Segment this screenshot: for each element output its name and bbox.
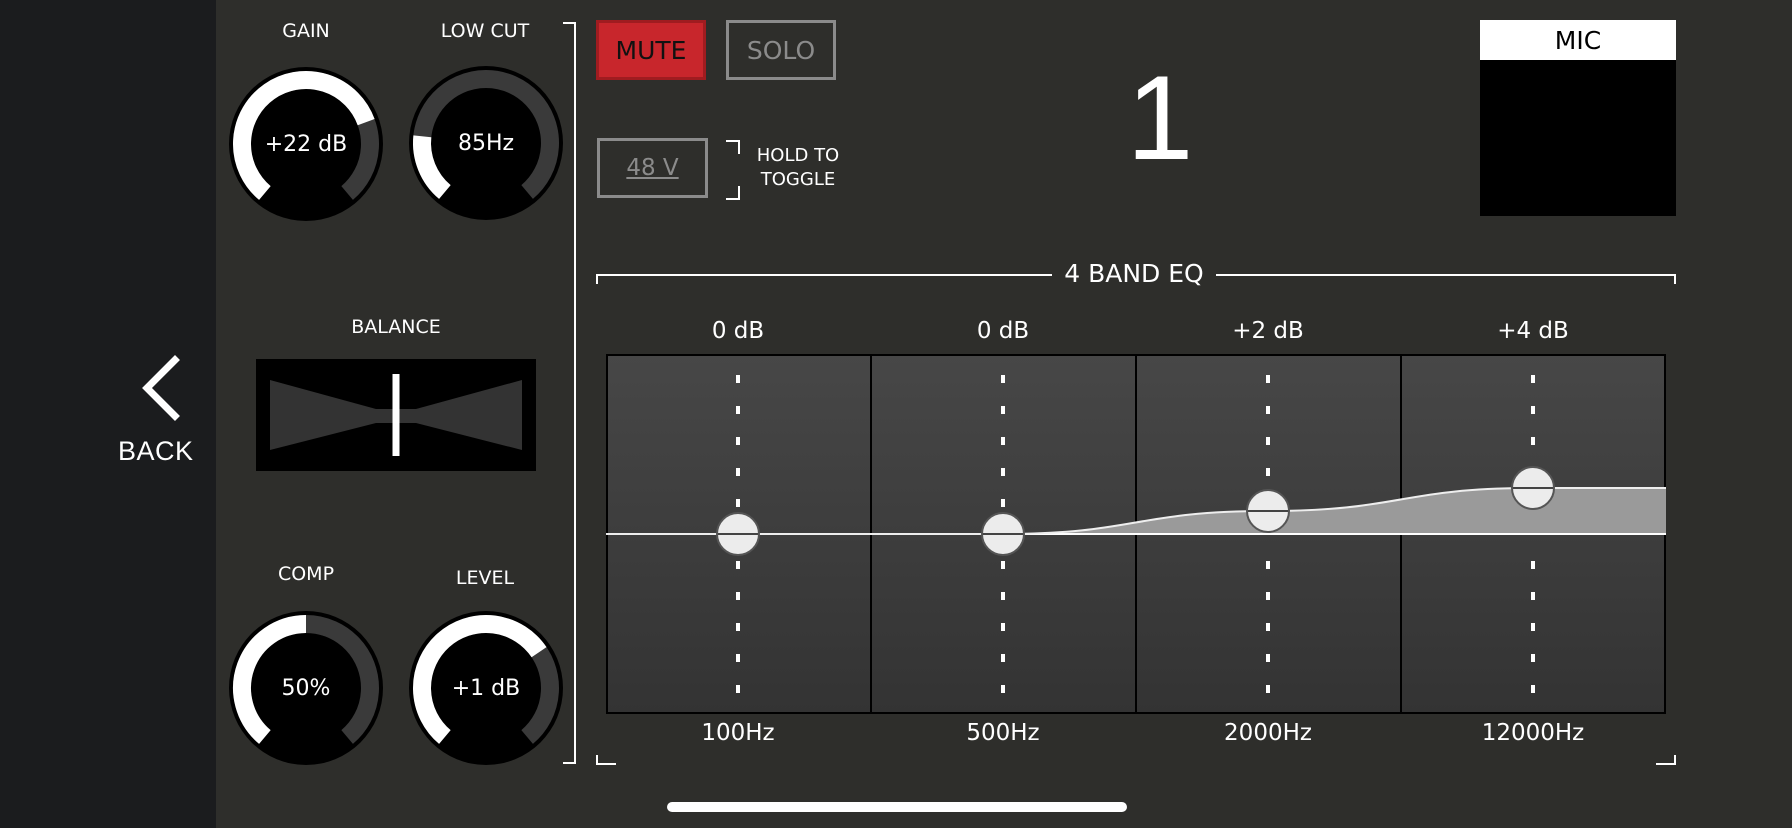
eq-band-tick bbox=[1001, 561, 1005, 569]
eq-band-tick bbox=[736, 437, 740, 445]
eq-corner-tr bbox=[1662, 274, 1676, 284]
hold-hint-line2: TOGGLE bbox=[760, 169, 836, 190]
gain-knob[interactable]: +22 dB bbox=[226, 64, 386, 224]
hold-hint-line1: HOLD TO bbox=[756, 145, 840, 166]
eq-band-tick bbox=[1266, 654, 1270, 662]
eq-band-tick bbox=[1001, 375, 1005, 383]
eq-title: 4 BAND EQ bbox=[1052, 259, 1216, 288]
low-cut-knob[interactable]: 85Hz bbox=[406, 63, 566, 223]
eq-band-tick bbox=[736, 592, 740, 600]
eq-band-tick bbox=[1266, 375, 1270, 383]
band-2-gain: 0 dB bbox=[976, 318, 1030, 344]
eq-band-tick bbox=[736, 375, 740, 383]
eq-corner-br bbox=[1656, 755, 1676, 765]
home-indicator[interactable] bbox=[667, 802, 1127, 812]
channel-number: 1 bbox=[1126, 51, 1194, 185]
bracket-bottom bbox=[726, 186, 740, 200]
eq-band-tick bbox=[1531, 375, 1535, 383]
eq-band-handle bbox=[716, 512, 760, 556]
eq-corner-tl bbox=[596, 274, 610, 284]
eq-band-tick bbox=[1531, 437, 1535, 445]
eq-band-tick bbox=[1001, 685, 1005, 693]
eq-band-handle bbox=[981, 512, 1025, 556]
comp-knob[interactable]: 50% bbox=[226, 608, 386, 768]
chevron-left-icon bbox=[142, 355, 180, 421]
back-button[interactable]: BACK bbox=[100, 350, 215, 466]
band-2-freq: 500Hz bbox=[966, 720, 1040, 746]
section-divider bbox=[563, 22, 576, 764]
eq-band-tick bbox=[1266, 468, 1270, 476]
balance-handle bbox=[392, 374, 400, 456]
level-value: +1 dB bbox=[451, 675, 521, 701]
phantom-power-button[interactable]: 48 V bbox=[597, 138, 708, 198]
eq-band-tick bbox=[1001, 654, 1005, 662]
eq-band-tick bbox=[1266, 685, 1270, 693]
mute-button[interactable]: MUTE bbox=[596, 20, 706, 80]
eq-band-tick bbox=[1266, 623, 1270, 631]
band-3-freq: 2000Hz bbox=[1224, 720, 1312, 746]
eq-band-tick bbox=[1001, 623, 1005, 631]
gain-label: GAIN bbox=[282, 20, 330, 42]
eq-band-tick bbox=[1531, 623, 1535, 631]
eq-band-tick bbox=[1531, 654, 1535, 662]
balance-slider[interactable] bbox=[256, 359, 536, 471]
low-cut-label: LOW CUT bbox=[440, 20, 530, 42]
eq-band-tick bbox=[736, 685, 740, 693]
channel-name: MIC bbox=[1480, 20, 1676, 60]
eq-band-tick bbox=[1001, 592, 1005, 600]
channel-name-panel[interactable]: MIC bbox=[1480, 20, 1676, 216]
back-label: BACK bbox=[118, 436, 194, 466]
eq-band-tick bbox=[1001, 468, 1005, 476]
eq-band-handle bbox=[1246, 489, 1290, 533]
eq-band-tick bbox=[736, 468, 740, 476]
eq-band-tick bbox=[736, 654, 740, 662]
eq-band-tick bbox=[1531, 685, 1535, 693]
bracket-top bbox=[726, 140, 740, 154]
eq-band-tick bbox=[736, 623, 740, 631]
eq-band-tick bbox=[1266, 561, 1270, 569]
comp-label: COMP bbox=[277, 563, 335, 585]
comp-value: 50% bbox=[281, 675, 331, 701]
gain-value: +22 dB bbox=[264, 131, 348, 157]
level-label: LEVEL bbox=[455, 567, 515, 589]
balance-graphic bbox=[270, 374, 522, 456]
band-1-freq: 100Hz bbox=[701, 720, 775, 746]
band-3-gain: +2 dB bbox=[1232, 318, 1304, 344]
low-cut-value: 85Hz bbox=[457, 130, 515, 156]
eq-graph bbox=[606, 354, 1666, 714]
eq-band-tick bbox=[736, 561, 740, 569]
eq-band-tick bbox=[1001, 499, 1005, 507]
hold-to-toggle-hint: HOLD TO TOGGLE bbox=[742, 144, 854, 192]
eq-band-tick bbox=[736, 406, 740, 414]
eq-band-tick bbox=[1531, 561, 1535, 569]
eq-corner-bl bbox=[596, 755, 616, 765]
balance-label: BALANCE bbox=[351, 316, 441, 338]
eq-band-tick bbox=[1001, 406, 1005, 414]
eq-band-handle bbox=[1511, 466, 1555, 510]
solo-button[interactable]: SOLO bbox=[726, 20, 836, 80]
band-4-gain: +4 dB bbox=[1497, 318, 1569, 344]
eq-band-tick bbox=[1266, 592, 1270, 600]
eq-band-tick bbox=[736, 499, 740, 507]
eq-band-tick bbox=[1001, 437, 1005, 445]
band-4-freq: 12000Hz bbox=[1481, 720, 1585, 746]
eq-band-tick bbox=[1266, 437, 1270, 445]
band-1-gain: 0 dB bbox=[711, 318, 765, 344]
eq-band-tick bbox=[1531, 592, 1535, 600]
level-knob[interactable]: +1 dB bbox=[406, 608, 566, 768]
eq-band-tick bbox=[1531, 406, 1535, 414]
eq-band-tick bbox=[1266, 406, 1270, 414]
